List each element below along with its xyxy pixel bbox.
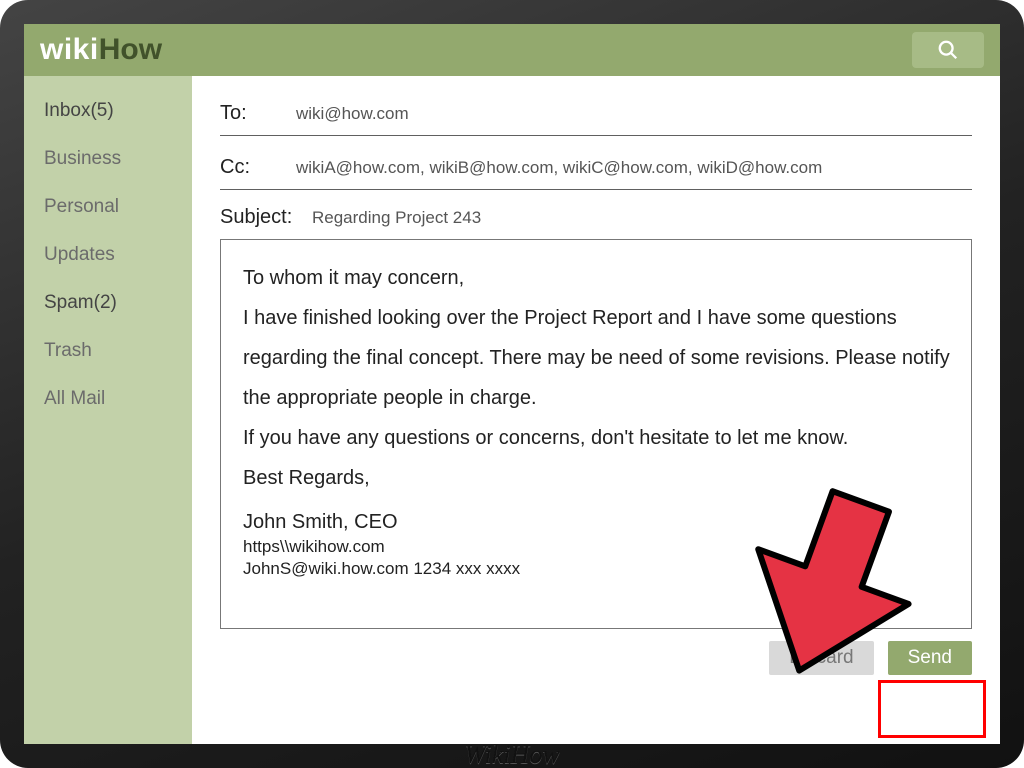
to-row: To:	[220, 96, 972, 135]
tablet-frame: wikiHow Inbox(5) Business Personal Updat…	[0, 0, 1024, 768]
message-body[interactable]: To whom it may concern, I have finished …	[220, 239, 972, 629]
signature-contact: JohnS@wiki.how.com 1234 xxx xxxx	[243, 558, 951, 580]
app-body: Inbox(5) Business Personal Updates Spam(…	[24, 76, 1000, 744]
highlight-box	[878, 680, 986, 738]
to-label: To:	[220, 102, 296, 125]
sidebar-item-allmail[interactable]: All Mail	[44, 388, 192, 410]
sidebar-item-spam[interactable]: Spam(2)	[44, 292, 192, 314]
cc-row: Cc:	[220, 150, 972, 189]
sidebar-item-trash[interactable]: Trash	[44, 340, 192, 362]
body-line: I have finished looking over the Project…	[243, 298, 951, 418]
action-bar: Discard Send	[220, 629, 972, 675]
app-header: wikiHow	[24, 24, 1000, 76]
discard-button[interactable]: Discard	[769, 641, 873, 675]
sidebar-item-updates[interactable]: Updates	[44, 244, 192, 266]
brand-part2: How	[99, 33, 162, 67]
subject-row: Subject: Regarding Project 243	[220, 204, 972, 239]
search-icon	[937, 39, 959, 61]
cc-label: Cc:	[220, 156, 296, 179]
body-line: Best Regards,	[243, 458, 951, 498]
sidebar-item-business[interactable]: Business	[44, 148, 192, 170]
sidebar: Inbox(5) Business Personal Updates Spam(…	[24, 76, 192, 744]
body-line: To whom it may concern,	[243, 258, 951, 298]
divider	[220, 135, 972, 136]
sidebar-item-inbox[interactable]: Inbox(5)	[44, 100, 192, 122]
divider	[220, 189, 972, 190]
device-brand-label: WikiHow	[0, 740, 1024, 768]
signature-url: https\\wikihow.com	[243, 536, 951, 558]
body-line: If you have any questions or concerns, d…	[243, 418, 951, 458]
to-input[interactable]	[296, 104, 972, 124]
send-button[interactable]: Send	[888, 641, 972, 675]
sidebar-item-personal[interactable]: Personal	[44, 196, 192, 218]
compose-pane: To: Cc: Subject: Regarding Project 243 T…	[192, 76, 1000, 744]
cc-input[interactable]	[296, 158, 972, 178]
subject-value[interactable]: Regarding Project 243	[312, 208, 481, 228]
signature-name: John Smith, CEO	[243, 508, 951, 536]
brand-logo: wikiHow	[40, 33, 162, 67]
brand-part1: wiki	[40, 33, 99, 67]
search-button[interactable]	[912, 32, 984, 68]
screen: wikiHow Inbox(5) Business Personal Updat…	[24, 24, 1000, 744]
subject-label: Subject:	[220, 206, 312, 229]
